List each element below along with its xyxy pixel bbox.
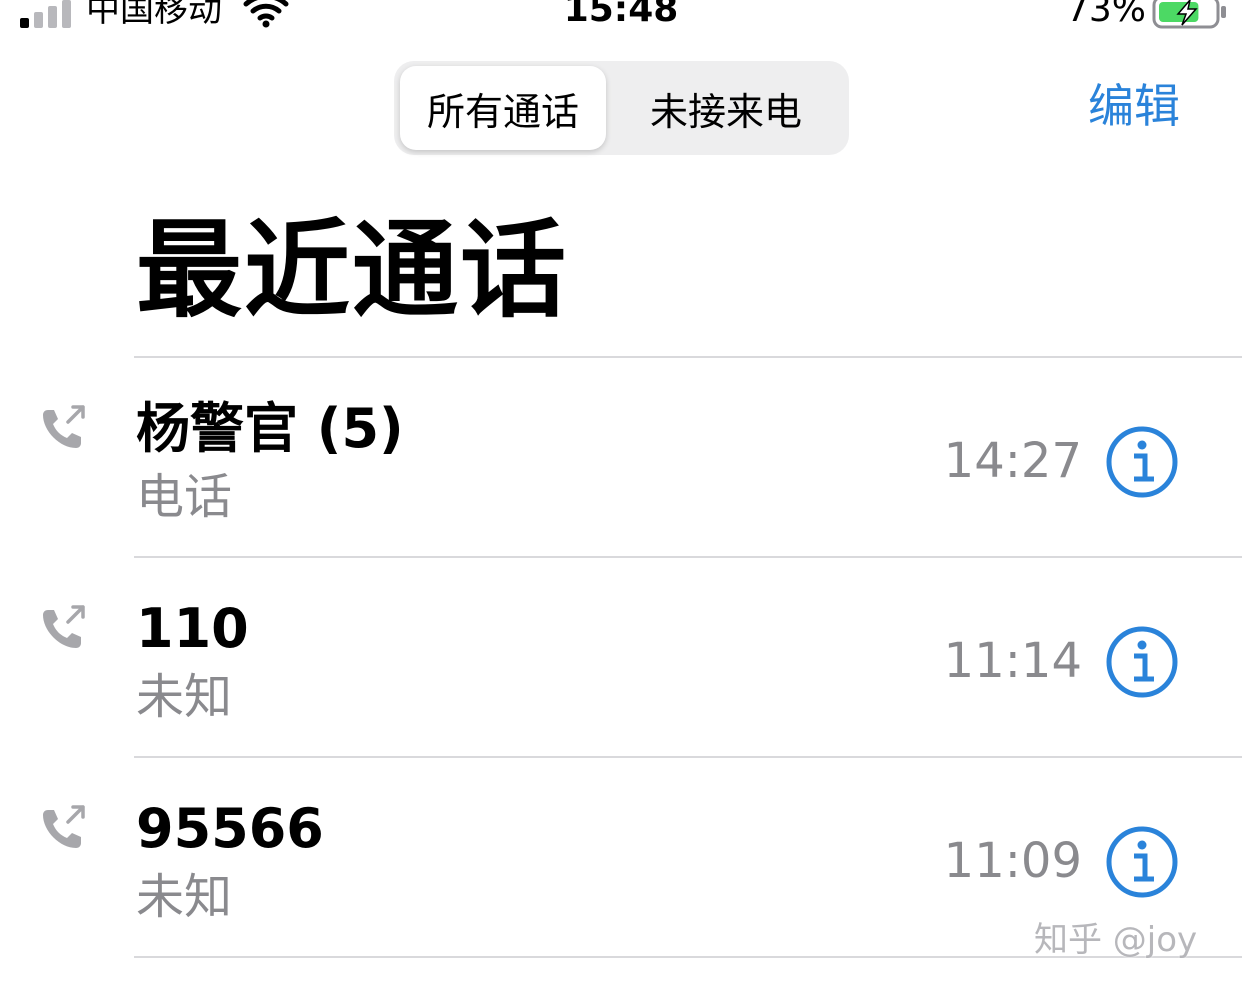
info-icon[interactable]: [1104, 624, 1180, 704]
recents-screen: 中国移动 15:48 73% 所有通话 未接来电 编辑 最近通话 杨警官 (5)…: [0, 0, 1242, 996]
call-type: 未知: [136, 669, 233, 725]
call-row[interactable]: 110 未知 11:14: [0, 558, 1242, 756]
info-icon[interactable]: [1104, 424, 1180, 504]
battery-percentage: 73%: [1065, 0, 1146, 30]
outgoing-call-icon: [40, 804, 88, 856]
call-time: 11:09: [943, 833, 1082, 889]
call-row[interactable]: 杨警官 (5) 电话 14:27: [0, 358, 1242, 556]
call-time: 11:14: [943, 633, 1082, 689]
outgoing-call-icon: [40, 404, 88, 456]
battery-charging-icon: [1152, 0, 1228, 34]
call-type: 未知: [136, 869, 233, 925]
caller-name: 杨警官 (5): [136, 397, 404, 460]
page-title: 最近通话: [136, 209, 568, 332]
status-time: 15:48: [563, 0, 679, 30]
caller-name: 110: [136, 597, 249, 660]
caller-name: 95566: [136, 797, 324, 860]
watermark: 知乎 @joy: [1034, 920, 1198, 960]
calls-filter-segmented-control: 所有通话 未接来电: [394, 61, 849, 155]
segment-missed-calls[interactable]: 未接来电: [608, 66, 844, 150]
call-time: 14:27: [943, 433, 1082, 489]
info-icon[interactable]: [1104, 824, 1180, 904]
outgoing-call-icon: [40, 604, 88, 656]
segment-all-calls[interactable]: 所有通话: [400, 66, 606, 150]
edit-button[interactable]: 编辑: [1088, 76, 1180, 136]
status-bar: 中国移动 15:48 73%: [0, 0, 1242, 36]
call-type: 电话: [136, 469, 233, 525]
